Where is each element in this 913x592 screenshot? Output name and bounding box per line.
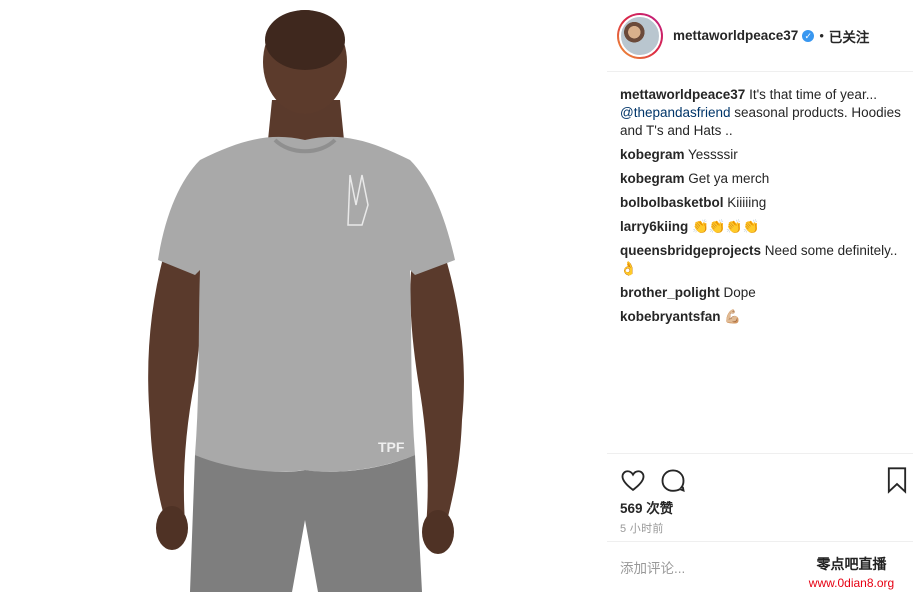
caption: mettaworldpeace37 It's that time of year… <box>620 86 910 140</box>
comment-text: Get ya merch <box>684 171 770 186</box>
comment-text: It's that time of year... <box>745 87 877 102</box>
post-photo[interactable]: TPF <box>0 0 607 592</box>
list-item: kobegram Yessssir <box>620 146 910 164</box>
comment-text: Dope <box>719 285 756 300</box>
avatar[interactable] <box>617 12 663 59</box>
likes-count[interactable]: 569 次赞 <box>620 497 673 517</box>
comment-user[interactable]: kobegram <box>620 147 685 162</box>
bookmark-save-icon[interactable] <box>885 466 913 494</box>
post-header: mettaworldpeace37 ✓ • 已关注 <box>607 0 913 72</box>
post-timestamp[interactable]: 5 小时前 <box>620 520 664 536</box>
comments-list: mettaworldpeace37 It's that time of year… <box>620 86 910 332</box>
watermark-title: 零点吧直播 <box>816 556 887 572</box>
watermark: 零点吧直播 www.0dian8.org <box>790 551 913 592</box>
ok-hand-emoji-icon: 👌 <box>620 261 637 276</box>
comment-text: 👏👏👏👏 <box>688 219 760 234</box>
shirt-print-text: TPF <box>378 439 405 455</box>
like-heart-icon[interactable] <box>619 466 647 494</box>
comment-user[interactable]: larry6kiing <box>620 219 688 234</box>
action-bar <box>607 453 913 501</box>
list-item: brother_polight Dope <box>620 284 910 302</box>
photo-illustration: TPF <box>0 0 607 592</box>
comment-user[interactable]: brother_polight <box>620 285 720 300</box>
flexed-biceps-emoji-icon: 💪🏼 <box>724 309 742 324</box>
comment-user[interactable]: mettaworldpeace37 <box>620 87 745 102</box>
comment-text: Yessssir <box>684 147 738 162</box>
comment-text: Need some definitely.. <box>761 243 898 258</box>
comment-user[interactable]: bolbolbasketbol <box>620 195 724 210</box>
comment-user[interactable]: queensbridgeprojects <box>620 243 761 258</box>
comment-bubble-icon[interactable] <box>659 466 687 494</box>
following-button[interactable]: 已关注 <box>829 26 870 46</box>
header-username[interactable]: mettaworldpeace37 <box>673 28 798 43</box>
verified-badge-icon: ✓ <box>802 29 815 42</box>
mention-link[interactable]: @thepandasfriend <box>620 105 731 120</box>
comment-user[interactable]: kobegram <box>620 171 685 186</box>
avatar-image <box>619 14 661 57</box>
comment-input[interactable] <box>620 558 810 578</box>
list-item: queensbridgeprojects Need some definitel… <box>620 242 910 278</box>
post-side-panel: mettaworldpeace37 ✓ • 已关注 mettaworldpeac… <box>607 0 913 592</box>
list-item: larry6kiing 👏👏👏👏 <box>620 218 910 236</box>
separator-dot: • <box>819 28 824 43</box>
list-item: kobegram Get ya merch <box>620 170 910 188</box>
comment-text: Kiiiiing <box>723 195 767 210</box>
comment-user[interactable]: kobebryantsfan <box>620 309 721 324</box>
list-item: kobebryantsfan 💪🏼 <box>620 308 910 326</box>
list-item: bolbolbasketbol Kiiiiing <box>620 194 910 212</box>
watermark-url: www.0dian8.org <box>808 576 895 590</box>
